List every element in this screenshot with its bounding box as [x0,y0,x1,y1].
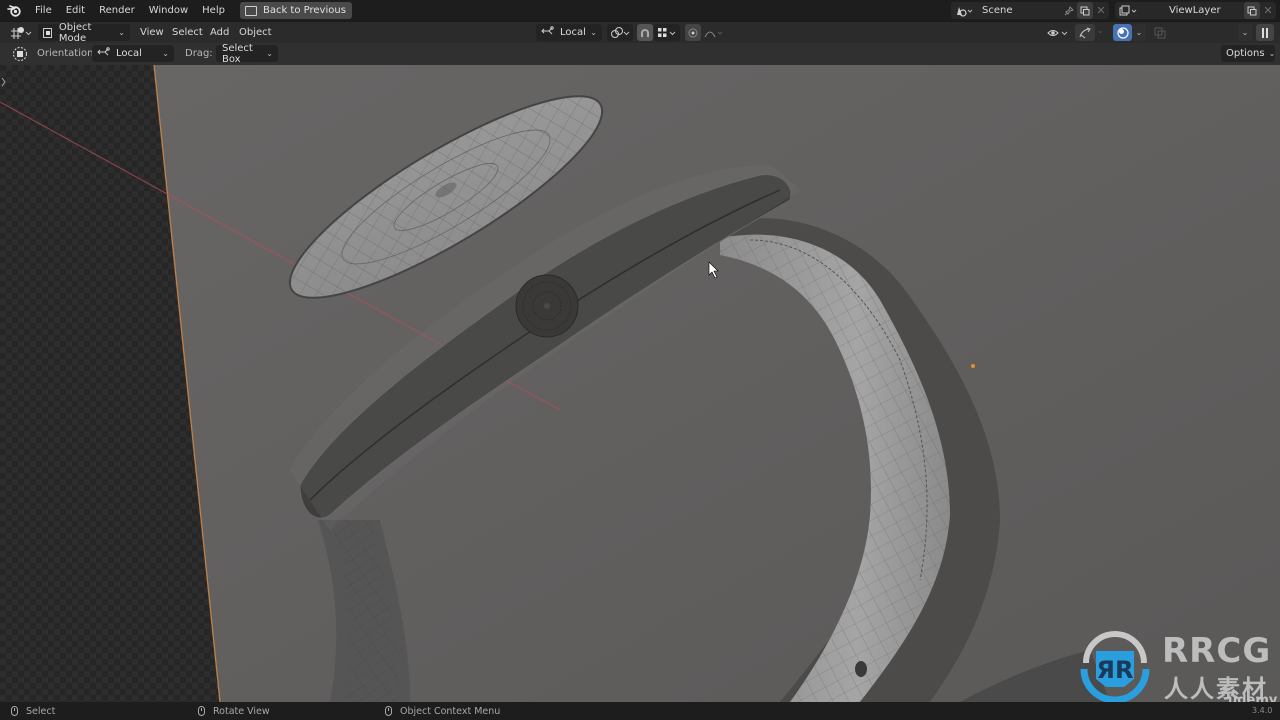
tool-settings-bar: Orientation: Local ⌄ Drag: Select Box ⌄ … [0,43,1280,65]
chevron-down-icon: ⌄ [590,28,597,37]
screen-back-icon [244,5,257,16]
options-label: Options [1226,48,1265,59]
view-layer-name[interactable]: ViewLayer [1169,5,1244,16]
rrcg-watermark: ЯR RRCG 人人素材 [1076,625,1276,702]
status-rotate-label: Rotate View [213,705,270,717]
pin-icon[interactable] [1061,2,1077,19]
scene-icon[interactable] [951,2,977,19]
status-select-label: Select [26,705,56,717]
watch-crown[interactable] [515,274,579,338]
rrcg-logo-icon: ЯR [1080,631,1150,702]
chevron-down-icon: ⌄ [118,28,125,37]
strap-hole [855,661,867,677]
toggle-sidebar-button[interactable] [1256,24,1274,41]
status-bar: Select Rotate View Object Context Menu 3… [0,702,1280,720]
status-context-label: Object Context Menu [400,705,501,717]
status-context-menu: Object Context Menu [385,706,500,717]
new-scene-icon[interactable] [1077,2,1093,19]
visibility-dropdown[interactable] [1044,24,1072,41]
editor-type-button[interactable] [8,24,34,41]
scene-name[interactable]: Scene [982,5,1061,16]
drag-value: Select Box [222,42,253,65]
rrcg-brand: RRCG [1162,631,1272,671]
udemy-watermark: ûdemy [1228,693,1278,702]
orientation-local-icon [541,26,554,39]
menu-help[interactable]: Help [195,0,232,21]
drag-dropdown[interactable]: Select Box ⌄ [216,42,278,65]
chevron-down-icon: ⌄ [162,49,169,58]
viewport-scene [0,65,1280,702]
transform-orientation-label: Local [560,27,586,38]
mode-dropdown[interactable]: Object Mode ⌄ [38,21,130,44]
mouse-right-icon [385,706,392,716]
shading-dropdown[interactable]: ⌄ [1238,24,1252,41]
proportional-editing-toggle[interactable] [685,24,701,41]
overlays-dropdown[interactable]: ⌄ [1132,24,1146,41]
orientation-value: Local [116,48,142,59]
object-mode-icon [43,27,52,38]
active-tool-icon[interactable] [11,45,29,62]
view-layer-selector[interactable]: ViewLayer ✕ [1115,2,1276,19]
blender-logo-icon[interactable] [0,4,28,17]
delete-scene-icon[interactable]: ✕ [1093,2,1109,19]
pivot-point-dropdown[interactable] [607,24,633,41]
gizmo-toggle[interactable] [1075,24,1095,41]
menu-edit[interactable]: Edit [59,0,92,21]
top-bar: File Edit Render Window Help Back to Pre… [0,0,1280,21]
mouse-middle-icon [198,706,205,716]
scene-selector[interactable]: Scene ✕ [951,2,1109,19]
new-view-layer-icon[interactable] [1244,2,1260,19]
version-label: 3.4.0 [1252,706,1273,715]
back-to-previous-button[interactable]: Back to Previous [239,2,352,19]
menu-file[interactable]: File [28,0,59,21]
backdrop-plane [154,65,1280,702]
drag-label: Drag: [185,48,213,59]
viewport-header: Object Mode ⌄ View Select Add Object Loc… [0,21,1280,62]
status-select: Select [11,706,55,717]
status-rotate-view: Rotate View [198,706,270,717]
gizmo-chevron-icon[interactable]: ⌄ [1097,26,1104,35]
menu-object[interactable]: Object [232,22,279,44]
snap-target-dropdown[interactable] [654,24,680,41]
snap-toggle[interactable] [637,24,653,41]
xray-toggle[interactable] [1151,24,1168,41]
view-layer-icon[interactable] [1115,2,1141,19]
orientation-label: Orientation: [37,48,97,59]
object-origin [971,364,975,368]
back-to-previous-label: Back to Previous [262,5,346,16]
mouse-left-icon [11,706,18,716]
overlays-toggle[interactable] [1113,24,1132,41]
toolbar-expand-arrow-icon[interactable] [1,77,6,87]
menu-render[interactable]: Render [92,0,142,21]
svg-text:ЯR: ЯR [1097,656,1134,684]
mode-label: Object Mode [58,21,92,44]
orientation-local-icon [97,47,110,60]
orientation-dropdown[interactable]: Local ⌄ [92,45,174,62]
delete-view-layer-icon[interactable]: ✕ [1260,2,1276,19]
chevron-down-icon: ⌄ [266,49,273,58]
transform-orientation-dropdown[interactable]: Local ⌄ [536,24,602,41]
options-dropdown[interactable]: Options ⌄ [1221,45,1275,62]
3d-viewport[interactable]: ЯR RRCG 人人素材 ûdemy [0,65,1280,702]
menu-window[interactable]: Window [142,0,195,21]
proportional-falloff-dropdown[interactable] [702,24,726,41]
chevron-down-icon: ⌄ [1268,49,1276,58]
